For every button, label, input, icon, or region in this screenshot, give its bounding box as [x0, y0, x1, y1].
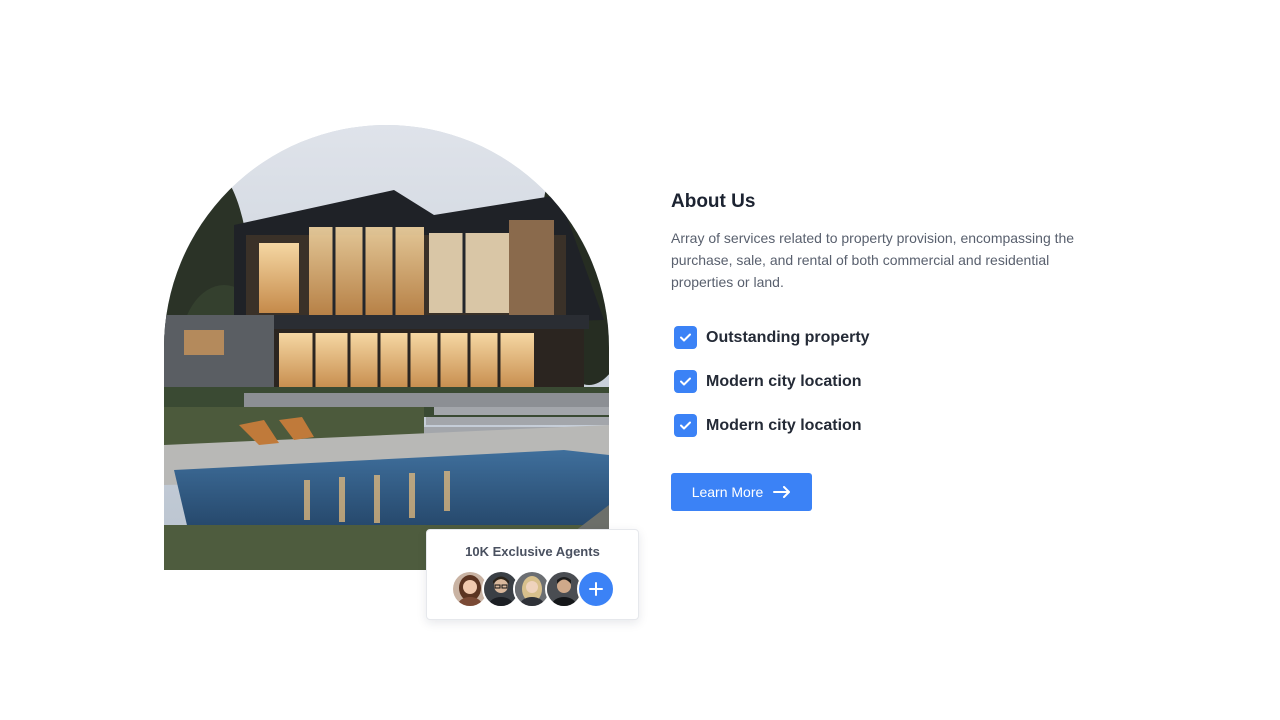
agents-card: 10K Exclusive Agents — [426, 529, 639, 620]
add-agent-button[interactable] — [577, 570, 615, 608]
feature-label: Outstanding property — [706, 328, 870, 346]
arrow-right-icon — [773, 486, 791, 498]
about-title: About Us — [671, 191, 756, 212]
checkbox-checked-icon[interactable] — [674, 370, 697, 393]
agents-card-title: 10K Exclusive Agents — [465, 544, 600, 559]
feature-item[interactable]: Modern city location — [674, 414, 862, 437]
feature-label: Modern city location — [706, 372, 862, 390]
property-image — [164, 125, 609, 570]
agent-avatar-image — [515, 572, 549, 606]
checkbox-checked-icon[interactable] — [674, 414, 697, 437]
learn-more-button[interactable]: Learn More — [671, 473, 812, 511]
feature-item[interactable]: Outstanding property — [674, 326, 870, 349]
about-description: Array of services related to property pr… — [671, 230, 1075, 290]
agent-avatar-image — [547, 572, 581, 606]
plus-icon — [589, 582, 603, 596]
learn-more-label: Learn More — [691, 484, 764, 500]
checkbox-checked-icon[interactable] — [674, 326, 697, 349]
feature-item[interactable]: Modern city location — [674, 370, 862, 393]
feature-label: Modern city location — [706, 416, 862, 434]
